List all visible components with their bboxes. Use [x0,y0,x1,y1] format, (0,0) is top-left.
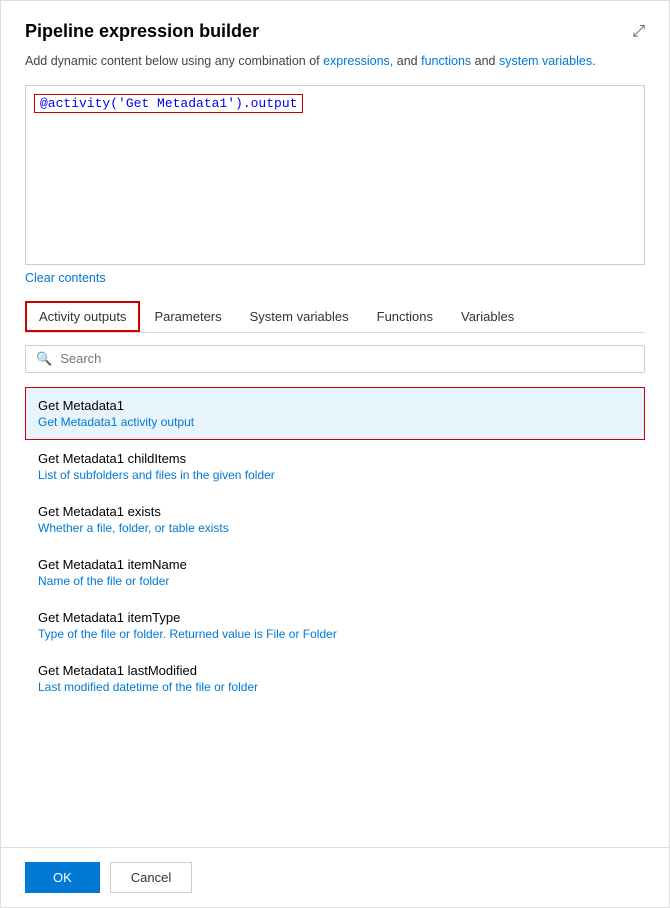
footer: OK Cancel [1,847,669,907]
activity-description: Whether a file, folder, or table exists [38,521,632,535]
system-variables-link[interactable]: system variables [499,54,592,68]
activity-list: Get Metadata1 Get Metadata1 activity outp… [25,387,645,705]
activity-description: Name of the file or folder [38,574,632,588]
ok-button[interactable]: OK [25,862,100,893]
list-item[interactable]: Get Metadata1 Get Metadata1 activity outp… [25,387,645,440]
dialog-header: Pipeline expression builder ⤢ [25,21,645,42]
list-item[interactable]: Get Metadata1 childItems List of subfolde… [25,440,645,493]
subtitle-text: Add dynamic content below using any comb… [25,52,645,71]
expressions-link[interactable]: expressions, [323,54,393,68]
tabs-bar: Activity outputs Parameters System varia… [25,301,645,333]
expression-editor-box: @activity('Get Metadata1').output [25,85,645,265]
activity-description: Get Metadata1 activity output [38,415,632,429]
list-item[interactable]: Get Metadata1 itemType Type of the file o… [25,599,645,652]
expand-icon[interactable]: ⤢ [632,23,645,41]
activity-name: Get Metadata1 childItems [38,451,632,466]
main-content: @activity('Get Metadata1').output Clear … [25,85,645,775]
activity-description: Last modified datetime of the file or fo… [38,680,632,694]
clear-contents-link[interactable]: Clear contents [25,271,106,285]
functions-link[interactable]: functions [421,54,471,68]
activity-name: Get Metadata1 exists [38,504,632,519]
list-item[interactable]: Get Metadata1 lastModified Last modified … [25,652,645,705]
activity-name: Get Metadata1 itemName [38,557,632,572]
activity-description: Type of the file or folder. Returned val… [38,627,632,641]
search-box: 🔍 [25,345,645,373]
activity-name: Get Metadata1 lastModified [38,663,632,678]
list-item[interactable]: Get Metadata1 exists Whether a file, fold… [25,493,645,546]
dialog-container: Pipeline expression builder ⤢ Add dynami… [1,1,669,775]
dialog-title: Pipeline expression builder [25,21,259,42]
search-icon: 🔍 [36,351,52,367]
tab-parameters[interactable]: Parameters [140,301,235,332]
tab-system-variables[interactable]: System variables [236,301,363,332]
list-item[interactable]: Get Metadata1 itemName Name of the file o… [25,546,645,599]
search-input[interactable] [60,351,634,366]
activity-description: List of subfolders and files in the give… [38,468,632,482]
activity-name: Get Metadata1 [38,398,632,413]
tab-variables[interactable]: Variables [447,301,528,332]
expression-value[interactable]: @activity('Get Metadata1').output [34,94,303,113]
cancel-button[interactable]: Cancel [110,862,192,893]
tab-activity-outputs[interactable]: Activity outputs [25,301,140,332]
activity-name: Get Metadata1 itemType [38,610,632,625]
tab-functions[interactable]: Functions [363,301,447,332]
